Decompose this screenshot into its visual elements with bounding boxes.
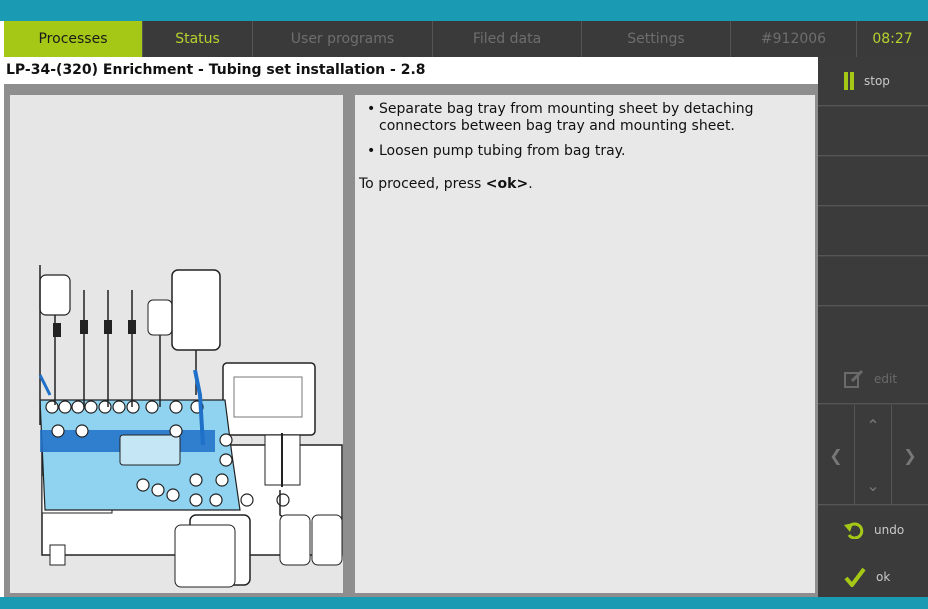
pause-icon <box>844 72 854 90</box>
empty-button-5 <box>818 307 928 356</box>
ok-key-hint: <ok> <box>485 176 529 192</box>
arrow-up-icon[interactable]: ⌃ <box>855 405 891 445</box>
page-title-bar: LP-34-(320) Enrichment - Tubing set inst… <box>4 57 818 84</box>
device-id: #912006 <box>731 21 857 57</box>
empty-button-3 <box>818 207 928 256</box>
edit-button[interactable]: edit <box>818 355 928 404</box>
tab-filed-data[interactable]: Filed data <box>433 21 582 57</box>
page-title: LP-34-(320) Enrichment - Tubing set inst… <box>6 62 426 78</box>
undo-icon <box>844 522 864 539</box>
clock: 08:27 <box>857 21 928 57</box>
proceed-suffix: . <box>528 176 533 192</box>
bottom-accent-bar <box>0 597 928 609</box>
instruction-item: Loosen pump tubing from bag tray. <box>359 143 811 160</box>
arrow-right-icon[interactable]: ❯ <box>892 405 928 505</box>
undo-label: undo <box>874 523 905 537</box>
checkmark-icon <box>844 567 866 587</box>
proceed-hint: To proceed, press <ok>. <box>359 176 811 193</box>
arrow-down-icon[interactable]: ⌄ <box>855 465 891 505</box>
instruction-panel: Separate bag tray from mounting sheet by… <box>355 95 815 593</box>
tubing-set-diagram <box>38 265 343 588</box>
stop-button[interactable]: stop <box>818 57 928 106</box>
instruction-list: Separate bag tray from mounting sheet by… <box>359 101 811 160</box>
proceed-prefix: To proceed, press <box>359 176 486 192</box>
undo-button[interactable]: undo <box>818 506 928 555</box>
ok-button[interactable]: ok <box>818 552 928 601</box>
tab-settings[interactable]: Settings <box>582 21 731 57</box>
ok-label: ok <box>876 569 891 584</box>
edit-label: edit <box>874 372 898 386</box>
tubing-set-illustration <box>10 95 343 593</box>
tab-processes[interactable]: Processes <box>4 21 143 57</box>
tab-user-programs[interactable]: User programs <box>253 21 433 57</box>
main-tab-bar: Processes Status User programs Filed dat… <box>4 21 928 57</box>
tab-status[interactable]: Status <box>143 21 253 57</box>
empty-button-1 <box>818 107 928 156</box>
arrow-left-icon[interactable]: ❮ <box>818 405 854 505</box>
empty-button-2 <box>818 157 928 206</box>
instruction-item: Separate bag tray from mounting sheet by… <box>359 101 811 135</box>
action-sidebar: stop edit ❮ ⌃ ⌄ ❯ undo ok <box>818 57 928 601</box>
stop-label: stop <box>864 74 890 88</box>
top-accent-bar <box>0 0 928 21</box>
empty-button-4 <box>818 257 928 306</box>
edit-icon <box>844 369 864 388</box>
navigation-pad: ❮ ⌃ ⌄ ❯ <box>818 405 928 505</box>
